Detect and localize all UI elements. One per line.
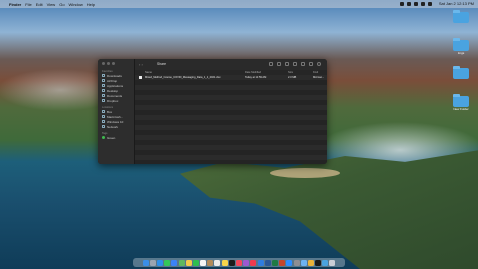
desktop-folder-new[interactable]: New Folder <box>452 94 470 111</box>
calendar-icon[interactable] <box>200 259 207 266</box>
folder-icon <box>453 38 469 51</box>
hard-drive-icon <box>102 120 105 123</box>
window-title: Share <box>157 62 167 66</box>
reminders-icon[interactable] <box>214 259 221 266</box>
menu-go[interactable]: Go <box>59 2 64 7</box>
downloads-icon <box>102 74 105 77</box>
safari-icon[interactable] <box>156 259 163 266</box>
folder-icon <box>453 66 469 79</box>
dock <box>133 258 345 267</box>
dropbox-icon[interactable] <box>309 62 313 66</box>
maps-icon[interactable] <box>178 259 185 266</box>
podcasts-icon[interactable] <box>243 259 250 266</box>
finder-window[interactable]: Favorites Downloads AirDrop Applications… <box>98 59 327 164</box>
file-list: Mixed_Method_Course_COVID_Messaging_Data… <box>135 75 327 164</box>
file-size: 2.3 MB <box>288 76 297 79</box>
file-row[interactable]: Mixed_Method_Course_COVID_Messaging_Data… <box>135 75 327 80</box>
app-store-icon[interactable] <box>257 259 264 266</box>
document-icon <box>102 94 105 97</box>
chrome-icon[interactable] <box>307 259 314 266</box>
hard-drive-icon <box>102 115 105 118</box>
desktop-folder-3[interactable] <box>452 66 470 79</box>
menu-view[interactable]: View <box>47 2 56 7</box>
facetime-icon[interactable] <box>192 259 199 266</box>
column-date-modified[interactable]: Date Modified <box>245 71 261 74</box>
wallpaper-beach <box>270 168 340 178</box>
search-icon[interactable] <box>317 62 321 66</box>
powerpoint-icon[interactable] <box>279 259 286 266</box>
folder-icon <box>453 94 469 107</box>
news-icon[interactable] <box>250 259 257 266</box>
wifi-icon[interactable] <box>413 1 418 6</box>
window-controls <box>102 62 115 65</box>
file-kind: Microso... <box>313 76 325 79</box>
column-kind[interactable]: Kind <box>313 71 318 74</box>
tag-icon[interactable] <box>293 62 297 66</box>
file-name: Mixed_Method_Course_COVID_Messaging_Data… <box>145 76 221 79</box>
menu-help[interactable]: Help <box>87 2 95 7</box>
menu-edit[interactable]: Edit <box>36 2 43 7</box>
system-preferences-icon[interactable] <box>293 259 300 266</box>
dropbox-icon <box>102 99 105 102</box>
menu-status-area: Sat Jan 2 12:13 PM <box>399 1 474 6</box>
applications-icon <box>102 84 105 87</box>
excel-icon[interactable] <box>271 259 278 266</box>
minimize-button[interactable] <box>107 62 110 65</box>
finder-icon[interactable] <box>142 259 149 266</box>
search-icon[interactable] <box>420 1 425 6</box>
tv-icon[interactable] <box>228 259 235 266</box>
view-mode-icon[interactable] <box>269 62 273 66</box>
messages-icon[interactable] <box>164 259 171 266</box>
menu-app-name[interactable]: Finder <box>9 2 21 7</box>
desktop-folder-label: New Folder <box>453 107 469 111</box>
file-date: Today at 11:59 AM <box>245 76 267 79</box>
photos-icon[interactable] <box>185 259 192 266</box>
network-icon <box>102 125 105 128</box>
launchpad-icon[interactable] <box>149 259 156 266</box>
music-icon[interactable] <box>236 259 242 266</box>
menu-file[interactable]: File <box>25 2 31 7</box>
close-button[interactable] <box>102 62 105 65</box>
menu-window[interactable]: Window <box>69 2 83 7</box>
notes-icon[interactable] <box>221 259 228 266</box>
trash-icon[interactable] <box>329 259 336 266</box>
desktop-folder-label: Imgs <box>457 51 465 55</box>
share-icon[interactable] <box>285 62 289 66</box>
battery-icon[interactable] <box>406 1 411 6</box>
folder-icon <box>453 10 469 23</box>
preview-icon[interactable] <box>300 259 307 266</box>
zoom-icon[interactable] <box>286 259 293 266</box>
cloud-icon <box>102 110 105 113</box>
desktop-icon <box>102 89 105 92</box>
airdrop-icon <box>102 79 105 82</box>
downloads-icon[interactable] <box>322 259 329 266</box>
contacts-icon[interactable] <box>207 259 214 266</box>
column-name[interactable]: Name <box>145 71 152 74</box>
dropbox-status-icon[interactable] <box>399 1 404 6</box>
column-size[interactable]: Size <box>288 71 293 74</box>
word-icon[interactable] <box>264 259 271 266</box>
action-icon[interactable] <box>301 62 305 66</box>
excel-file-icon <box>139 76 142 79</box>
control-center-icon[interactable] <box>427 1 432 6</box>
navigation-buttons: ‹ › <box>139 62 143 67</box>
tag-dot-icon <box>102 136 105 139</box>
forward-button[interactable]: › <box>141 62 142 67</box>
menu-bar: Finder File Edit View Go Window Help Sat… <box>0 0 478 8</box>
mail-icon[interactable] <box>171 259 178 266</box>
group-icon[interactable] <box>277 62 281 66</box>
finder-sidebar: Favorites Downloads AirDrop Applications… <box>98 59 135 164</box>
desktop-folder-imgs[interactable]: Imgs <box>452 38 470 55</box>
terminal-icon[interactable] <box>315 259 322 266</box>
desktop-folder-1[interactable] <box>452 10 470 23</box>
toolbar-tools <box>269 62 321 66</box>
sidebar-tag-green[interactable]: Green <box>98 135 134 140</box>
menu-clock[interactable]: Sat Jan 2 12:13 PM <box>439 1 474 6</box>
zoom-button[interactable] <box>112 62 115 65</box>
